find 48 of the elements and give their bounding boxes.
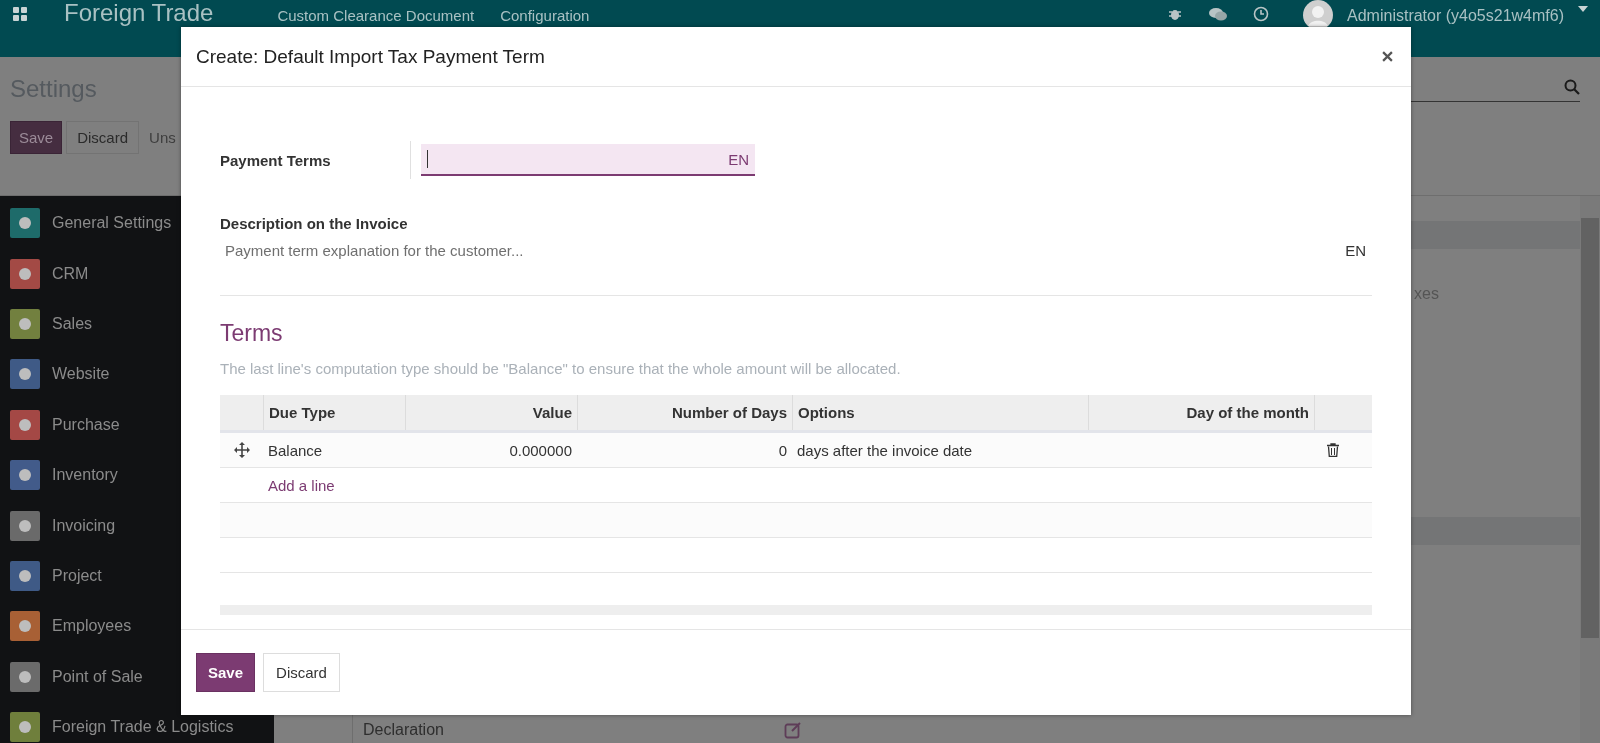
sidebar-item[interactable]: Purchase <box>52 415 120 434</box>
save-button[interactable]: Save <box>196 653 256 692</box>
field-label: Payment Terms <box>220 151 332 169</box>
user-name[interactable]: Administrator (y4o5s21w4mf6) <box>1347 7 1564 25</box>
input-field[interactable]: EN <box>421 144 755 176</box>
language-button[interactable]: EN <box>728 150 749 168</box>
caret-icon[interactable] <box>1578 6 1588 12</box>
sidebar-item[interactable]: CRM <box>52 264 89 283</box>
sidebar-item[interactable]: Invoicing <box>52 516 116 535</box>
table-cell-text: Balance <box>267 441 324 459</box>
field-label: Description on the Invoice <box>220 215 409 232</box>
sidebar-item[interactable]: Project <box>52 566 102 585</box>
nav-menu-item[interactable]: Custom Clearance Document <box>277 7 475 24</box>
column-header[interactable]: Due Type <box>263 395 405 430</box>
app-title: Foreign Trade <box>64 1 214 25</box>
status-text: Uns <box>149 129 176 146</box>
section-heading: Terms <box>220 320 284 347</box>
hint-text: The last line's computation type should be "Balance" to ensure that the whole amount will be allocated. <box>220 360 902 377</box>
column-header[interactable]: Options <box>792 395 1088 430</box>
move-handle-icon[interactable] <box>233 442 250 458</box>
sidebar-item[interactable]: Employees <box>52 617 132 636</box>
discard-button[interactable]: Discard <box>263 653 340 692</box>
sidebar-item[interactable]: Website <box>52 365 110 384</box>
column-header[interactable]: Day of the month <box>1088 395 1314 430</box>
table-cell-text: days after the invoice date <box>796 441 974 459</box>
chat-icon[interactable] <box>1209 6 1228 22</box>
clock-icon[interactable] <box>1253 6 1270 22</box>
search-icon <box>1564 79 1580 95</box>
language-button[interactable]: EN <box>1345 242 1366 259</box>
setting-label: Declaration <box>363 721 444 739</box>
sidebar-item[interactable]: Point of Sale <box>52 667 143 686</box>
column-header[interactable]: Number of Days <box>577 395 792 430</box>
sidebar-item[interactable]: Inventory <box>52 466 118 485</box>
input-field[interactable]: Payment term explanation for the customer... <box>220 240 1346 261</box>
discard-button[interactable]: Discard <box>66 121 140 154</box>
dialog-title: Create: Default Import Tax Payment Term <box>196 45 545 68</box>
nav-menu-item[interactable]: Configuration <box>500 7 590 24</box>
apps-grid-icon[interactable] <box>12 6 28 22</box>
save-button[interactable]: Save <box>10 121 63 154</box>
add-line-link[interactable]: Add a line <box>263 476 335 494</box>
sidebar-item[interactable]: General Settings <box>52 214 172 233</box>
close-icon[interactable] <box>1382 51 1393 62</box>
sidebar-item[interactable]: Sales <box>52 314 93 333</box>
column-header[interactable]: Value <box>405 395 577 430</box>
sidebar-item[interactable]: Foreign Trade & Logistics <box>52 718 234 737</box>
trash-icon[interactable] <box>1327 443 1339 457</box>
table-cell-text: 0 <box>777 441 788 459</box>
table-cell-text: 0.000000 <box>508 441 573 459</box>
